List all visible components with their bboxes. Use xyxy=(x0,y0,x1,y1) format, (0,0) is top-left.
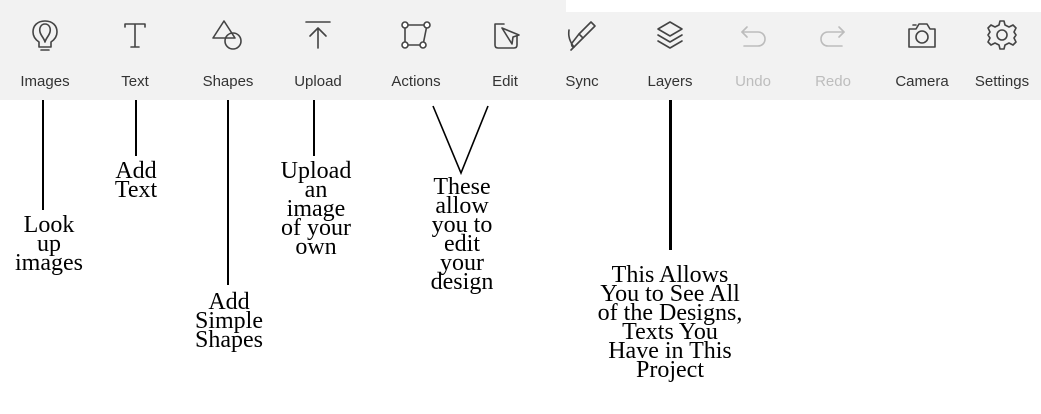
lightbulb-icon xyxy=(26,16,64,54)
shapes-label: Shapes xyxy=(202,73,254,90)
camera-button[interactable]: Camera xyxy=(882,0,962,100)
add-shapes-note: Add Simple Shapes xyxy=(194,289,263,353)
images-callout-line xyxy=(42,100,44,210)
actions-button[interactable]: Actions xyxy=(376,0,456,100)
layers-label: Layers xyxy=(647,73,693,90)
layers-icon xyxy=(651,16,689,54)
upload-image-note: Upload an image of your own xyxy=(280,158,352,260)
text-button[interactable]: Text xyxy=(100,0,170,100)
sync-button[interactable]: Sync xyxy=(555,0,609,100)
actions-label: Actions xyxy=(391,73,441,90)
undo-button[interactable]: Undo xyxy=(722,0,784,100)
text-icon xyxy=(116,16,154,54)
redo-button[interactable]: Redo xyxy=(802,0,864,100)
edit-icon xyxy=(486,16,524,54)
upload-icon xyxy=(299,16,337,54)
upload-label: Upload xyxy=(294,73,342,90)
actions-icon xyxy=(397,16,435,54)
gear-icon xyxy=(983,16,1021,54)
settings-button[interactable]: Settings xyxy=(966,0,1038,100)
edit-label: Edit xyxy=(492,73,518,90)
add-text-note: Add Text xyxy=(114,158,158,203)
layers-button[interactable]: Layers xyxy=(628,0,712,100)
layers-callout-line xyxy=(669,100,672,250)
redo-label: Redo xyxy=(815,73,851,90)
text-label: Text xyxy=(121,73,149,90)
upload-button[interactable]: Upload xyxy=(278,0,358,100)
shapes-button[interactable]: Shapes xyxy=(188,0,268,100)
undo-label: Undo xyxy=(735,73,771,90)
camera-label: Camera xyxy=(895,73,949,90)
undo-icon xyxy=(734,16,772,54)
sync-label: Sync xyxy=(565,73,599,90)
shapes-icon xyxy=(209,16,247,54)
edit-design-note: These allow you to edit your design xyxy=(430,174,494,295)
edit-button[interactable]: Edit xyxy=(470,0,540,100)
look-up-images-note: Look up images xyxy=(15,212,83,276)
images-label: Images xyxy=(20,73,70,90)
layers-info-note: This Allows You to See All of the Design… xyxy=(597,262,743,383)
sync-icon xyxy=(563,16,601,54)
upload-callout-line xyxy=(313,100,315,156)
images-button[interactable]: Images xyxy=(4,0,86,100)
settings-label: Settings xyxy=(974,73,1030,90)
redo-icon xyxy=(814,16,852,54)
camera-icon xyxy=(903,16,941,54)
shapes-callout-line xyxy=(227,100,229,285)
edit-callout-lines xyxy=(432,105,489,176)
text-callout-line xyxy=(135,100,137,156)
